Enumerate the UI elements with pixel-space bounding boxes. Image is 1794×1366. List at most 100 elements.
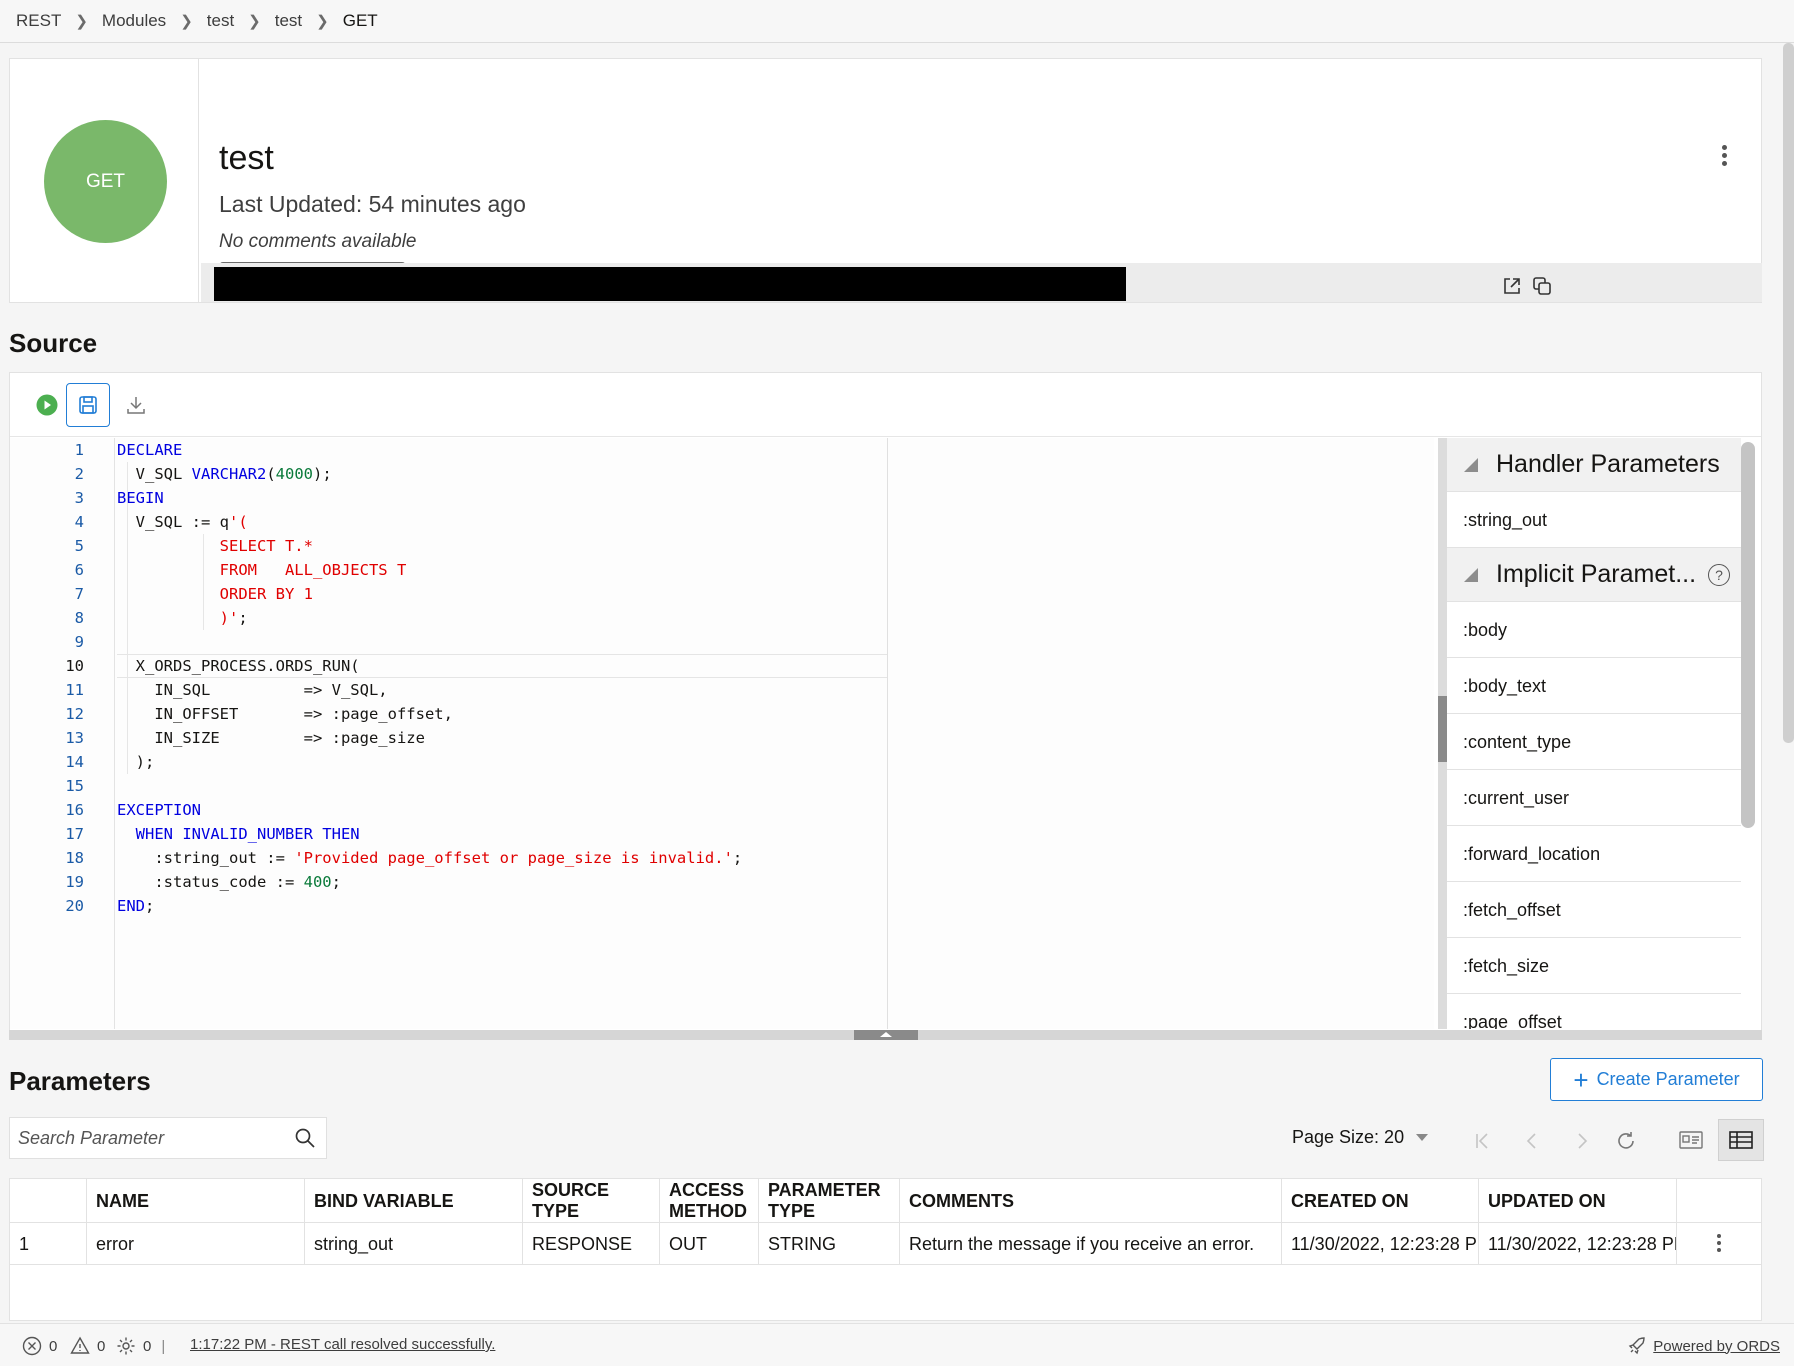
implicit-param-item[interactable]: :forward_location bbox=[1447, 826, 1741, 882]
column-header-name[interactable]: NAME bbox=[87, 1179, 305, 1223]
page-size-select[interactable]: Page Size: 20 bbox=[1292, 1127, 1429, 1148]
warnings-indicator[interactable]: 0 bbox=[70, 1336, 105, 1356]
column-header-source-type[interactable]: SOURCE TYPE bbox=[523, 1179, 660, 1223]
breadcrumb-rest[interactable]: REST bbox=[16, 11, 61, 31]
collapse-triangle-icon bbox=[1464, 567, 1478, 582]
jobs-indicator[interactable]: 0 | bbox=[116, 1336, 165, 1356]
search-input[interactable] bbox=[10, 1118, 280, 1158]
handler-parameters-title: Handler Parameters bbox=[1496, 450, 1720, 478]
open-external-icon[interactable] bbox=[1501, 275, 1523, 297]
search-icon[interactable] bbox=[294, 1127, 316, 1149]
copy-icon[interactable] bbox=[1531, 275, 1553, 297]
handler-header-card: GET test Last Updated: 54 minutes ago No… bbox=[9, 58, 1762, 303]
redacted-url bbox=[214, 267, 1126, 301]
powered-by-label: Powered by ORDS bbox=[1653, 1337, 1780, 1355]
cell-name: error bbox=[87, 1223, 305, 1265]
create-parameter-label: Create Parameter bbox=[1596, 1069, 1740, 1089]
chevron-right-icon: ❯ bbox=[180, 13, 193, 30]
row-actions-icon[interactable] bbox=[1677, 1223, 1761, 1265]
parameters-panel-scrollbar[interactable] bbox=[1741, 442, 1755, 828]
column-header-created-on[interactable]: CREATED ON bbox=[1282, 1179, 1479, 1223]
implicit-param-item[interactable]: :body_text bbox=[1447, 658, 1741, 714]
warning-count: 0 bbox=[97, 1337, 106, 1355]
handler-param-item[interactable]: :string_out bbox=[1447, 492, 1741, 548]
breadcrumb-module[interactable]: test bbox=[207, 11, 234, 31]
line-number: 18 bbox=[65, 849, 84, 867]
errors-indicator[interactable]: 0 bbox=[22, 1336, 57, 1356]
previous-page-icon[interactable] bbox=[1520, 1129, 1544, 1153]
first-page-icon[interactable] bbox=[1470, 1129, 1494, 1153]
column-header-access-method[interactable]: ACCESS METHOD bbox=[660, 1179, 759, 1223]
column-header-updated-on[interactable]: UPDATED ON bbox=[1479, 1179, 1677, 1223]
code-line: :status_code := 400; bbox=[117, 873, 341, 891]
code-line: BEGIN bbox=[117, 489, 164, 507]
card-view-button[interactable] bbox=[1668, 1119, 1714, 1161]
cell-parameter-type: STRING bbox=[759, 1223, 900, 1265]
line-number: 7 bbox=[74, 585, 84, 603]
breadcrumb-template[interactable]: test bbox=[275, 11, 302, 31]
line-number: 1 bbox=[74, 441, 84, 459]
code-line: ); bbox=[117, 753, 155, 771]
plus-icon: + bbox=[1573, 1064, 1589, 1095]
line-number: 8 bbox=[74, 609, 84, 627]
gear-icon bbox=[117, 1337, 135, 1355]
print-margin bbox=[887, 438, 888, 1029]
powered-by-link[interactable]: Powered by ORDS bbox=[1627, 1336, 1780, 1356]
source-editor-panel: 1 2 3 4 5 6 7 8 9 10 11 12 13 14 15 16 1… bbox=[9, 372, 1762, 1038]
column-header-parameter-type[interactable]: PARAMETER TYPE bbox=[759, 1179, 900, 1223]
create-parameter-button[interactable]: + Create Parameter bbox=[1550, 1058, 1763, 1101]
download-button[interactable] bbox=[114, 383, 158, 427]
next-page-icon[interactable] bbox=[1570, 1129, 1594, 1153]
line-number: 17 bbox=[65, 825, 84, 843]
code-line: IN_SQL => V_SQL, bbox=[117, 681, 388, 699]
cell-source-type: RESPONSE bbox=[523, 1223, 660, 1265]
implicit-param-item[interactable]: :body bbox=[1447, 602, 1741, 658]
cell-created-on: 11/30/2022, 12:23:28 PM bbox=[1282, 1223, 1479, 1265]
splitter-handle[interactable] bbox=[854, 1030, 918, 1040]
cell-bind-variable: string_out bbox=[305, 1223, 523, 1265]
status-message-link[interactable]: 1:17:22 PM - REST call resolved successf… bbox=[190, 1336, 495, 1353]
breadcrumb-modules[interactable]: Modules bbox=[102, 11, 166, 31]
line-number: 4 bbox=[74, 513, 84, 531]
line-number-gutter: 1 2 3 4 5 6 7 8 9 10 11 12 13 14 15 16 1… bbox=[10, 438, 115, 1029]
column-header-comments[interactable]: COMMENTS bbox=[900, 1179, 1282, 1223]
implicit-param-item[interactable]: :content_type bbox=[1447, 714, 1741, 770]
method-panel: GET bbox=[10, 59, 199, 302]
run-button[interactable] bbox=[25, 383, 69, 427]
line-number: 3 bbox=[74, 489, 84, 507]
error-icon bbox=[22, 1336, 42, 1356]
line-number: 13 bbox=[65, 729, 84, 747]
status-divider: | bbox=[161, 1337, 166, 1355]
error-count: 0 bbox=[49, 1337, 58, 1355]
handler-parameters-header[interactable]: Handler Parameters bbox=[1447, 438, 1741, 492]
parameters-section-title: Parameters bbox=[9, 1066, 151, 1096]
code-editor[interactable]: 1 2 3 4 5 6 7 8 9 10 11 12 13 14 15 16 1… bbox=[10, 438, 1434, 1029]
line-number: 20 bbox=[65, 897, 84, 915]
implicit-param-item[interactable]: :fetch_offset bbox=[1447, 882, 1741, 938]
code-line: :string_out := 'Provided page_offset or … bbox=[117, 849, 743, 867]
code-line: END; bbox=[117, 897, 155, 915]
code-line: EXCEPTION bbox=[117, 801, 201, 819]
implicit-param-item[interactable]: :fetch_size bbox=[1447, 938, 1741, 994]
breadcrumb: REST ❯ Modules ❯ test ❯ test ❯ GET bbox=[0, 0, 1794, 43]
breadcrumb-current: GET bbox=[342, 11, 378, 30]
implicit-parameters-header[interactable]: Implicit Paramet... ? bbox=[1447, 548, 1741, 602]
table-view-button[interactable] bbox=[1718, 1119, 1764, 1161]
column-header-bind-variable[interactable]: BIND VARIABLE bbox=[305, 1179, 523, 1223]
horizontal-splitter[interactable] bbox=[9, 1030, 1762, 1040]
cell-access-method: OUT bbox=[660, 1223, 759, 1265]
table-row[interactable]: 1 error string_out RESPONSE OUT STRING R… bbox=[10, 1223, 1761, 1265]
source-toolbar bbox=[10, 373, 1761, 437]
code-line: )'; bbox=[117, 609, 248, 627]
table-header: NAME BIND VARIABLE SOURCE TYPE ACCESS ME… bbox=[10, 1179, 1761, 1223]
page-scrollbar[interactable] bbox=[1783, 43, 1794, 743]
chevron-right-icon: ❯ bbox=[75, 13, 88, 30]
line-number: 2 bbox=[74, 465, 84, 483]
help-icon[interactable]: ? bbox=[1708, 563, 1731, 586]
column-header bbox=[10, 1179, 87, 1223]
save-button[interactable] bbox=[66, 383, 110, 427]
implicit-param-item[interactable]: :page_offset bbox=[1447, 994, 1741, 1029]
implicit-param-item[interactable]: :current_user bbox=[1447, 770, 1741, 826]
refresh-icon[interactable] bbox=[1614, 1129, 1638, 1153]
more-actions-icon[interactable] bbox=[1712, 145, 1736, 169]
